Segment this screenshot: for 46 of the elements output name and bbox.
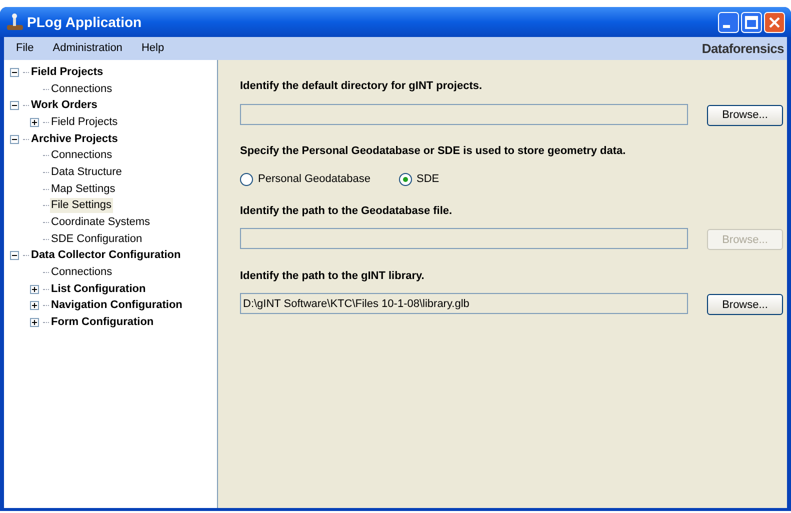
radio-label: SDE <box>416 172 440 187</box>
brand-logo: Dataforensics <box>702 40 784 58</box>
maximize-icon[interactable] <box>741 12 762 32</box>
collapse-icon[interactable] <box>10 134 19 144</box>
path-field[interactable] <box>240 104 688 124</box>
path-field[interactable]: D:\gINT Software\KTC\Files 10-1-08\library.glb <box>240 293 688 314</box>
tree-item[interactable]: List Configuration <box>50 282 147 297</box>
browse-button[interactable]: Browse... <box>707 294 783 316</box>
app-icon <box>6 13 24 31</box>
menu-item[interactable]: File <box>12 40 38 57</box>
expand-icon[interactable] <box>30 301 39 310</box>
tree-item[interactable]: SDE Configuration <box>50 232 144 247</box>
minimize-icon[interactable] <box>718 12 739 32</box>
browse-button[interactable]: Browse... <box>707 104 783 126</box>
tree-item[interactable]: Field Projects <box>30 64 104 80</box>
close-icon[interactable] <box>764 12 785 32</box>
expand-icon[interactable] <box>30 284 39 294</box>
collapse-icon[interactable] <box>10 68 19 77</box>
collapse-icon[interactable] <box>10 101 19 110</box>
tree-item[interactable]: Connections <box>50 265 114 280</box>
tree-item[interactable]: Connections <box>50 148 114 164</box>
radio-button[interactable] <box>398 172 412 186</box>
tree-item[interactable]: Data Structure <box>50 164 123 180</box>
expand-icon[interactable] <box>30 118 39 127</box>
radio-button[interactable] <box>240 172 253 186</box>
tree-item[interactable]: Archive Projects <box>30 132 119 147</box>
tree-item[interactable]: Map Settings <box>50 182 116 197</box>
section-heading: Identify the path to the gINT library. <box>240 268 426 284</box>
tree-item[interactable]: Work Orders <box>30 98 98 114</box>
tree-item[interactable]: Navigation Configuration <box>50 298 184 314</box>
collapse-icon[interactable] <box>10 251 19 260</box>
expand-icon[interactable] <box>30 318 39 328</box>
section-heading: Specify the Personal Geodatabase or SDE is used to store geometry data. <box>240 144 627 159</box>
section-heading: Identify the default directory for gINT projects. <box>240 79 484 94</box>
tree-item[interactable]: Form Configuration <box>50 315 155 330</box>
tree-item[interactable]: File Settings <box>50 198 113 214</box>
path-field[interactable] <box>240 228 688 249</box>
window-title: PLog Application <box>27 12 142 32</box>
tree-item[interactable]: Data Collector Configuration <box>30 248 182 264</box>
radio-label: Personal Geodatabase <box>258 172 371 187</box>
menu-item[interactable]: Help <box>137 40 168 57</box>
tree-item[interactable]: Field Projects <box>50 114 119 130</box>
menu-item[interactable]: Administration <box>48 40 126 57</box>
section-heading: Identify the path to the Geodatabase file. <box>240 204 454 218</box>
tree-item[interactable]: Coordinate Systems <box>50 215 152 230</box>
tree-item[interactable]: Connections <box>50 82 114 97</box>
